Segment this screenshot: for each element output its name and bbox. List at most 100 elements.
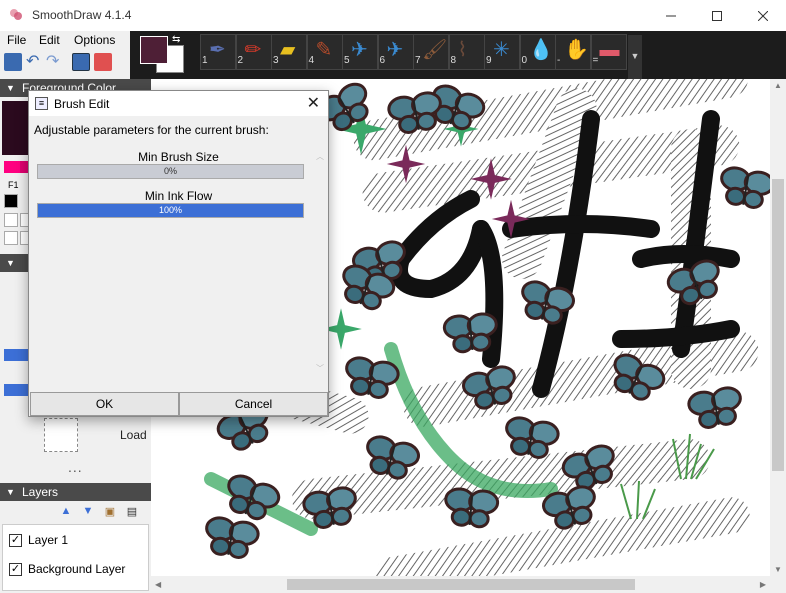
minimize-icon [666, 15, 676, 16]
undo-icon[interactable]: ↶ [26, 53, 44, 71]
brush-number: = [592, 55, 599, 66]
brush-slot[interactable]: ✏ 2 [235, 34, 272, 70]
scroll-left-icon[interactable]: ◀ [155, 580, 161, 589]
brush-toolbar: ⇆ ✒ 1 ✏ 2 ▰ 3 ✎ 4 ✈ 5 ✈ 6 🖌 7 ⌇ 8 ✳ 9 💧 0 ✋ - ▬ = ▼ [130, 31, 786, 79]
brush-icon: ✎ [315, 39, 333, 61]
layer-row[interactable]: ✓ Layer 1 [3, 526, 148, 554]
highlighter-icon: ▰ [280, 39, 296, 61]
maximize-button[interactable] [694, 0, 740, 31]
brush-slot[interactable]: ▰ 3 [271, 34, 307, 70]
save-icon[interactable] [4, 53, 22, 71]
layer-properties-icon[interactable]: ▣ [102, 505, 118, 519]
brush-slot[interactable]: ✒ 1 [200, 34, 236, 70]
pencil-icon: ✏ [244, 39, 262, 61]
scroll-down-icon[interactable]: ▼ [774, 565, 782, 574]
palette-swatch[interactable] [4, 194, 18, 208]
palette-swatch[interactable] [4, 231, 18, 245]
scrollbar-thumb[interactable] [772, 179, 784, 471]
redo-icon[interactable]: ↷ [46, 53, 64, 71]
menu-file[interactable]: File [7, 33, 26, 47]
brush-number: - [557, 55, 561, 66]
move-layer-down-icon[interactable]: ▼ [80, 505, 96, 519]
dialog-title-bar: ≡ Brush Edit ✕ [29, 91, 328, 116]
brush-number: 6 [379, 55, 386, 66]
maximize-icon [712, 10, 722, 21]
scroll-up-icon[interactable]: ▲ [774, 81, 782, 90]
layer-visibility-checkbox[interactable]: ✓ [9, 533, 22, 547]
brush-preview[interactable] [44, 418, 78, 452]
more-options[interactable]: ... [68, 459, 83, 475]
brush-slot[interactable]: ✳ 9 [484, 34, 520, 70]
brush-number: 7 [415, 55, 421, 66]
dialog-scroll-down-icon[interactable]: ﹀ [316, 363, 324, 374]
ok-button[interactable]: OK [30, 392, 179, 416]
duplicate-layer-icon[interactable]: ▤ [124, 505, 140, 519]
minimize-button[interactable] [648, 0, 694, 31]
brush-slot[interactable]: ✈ 5 [342, 34, 378, 70]
pen-icon: ✒ [209, 39, 226, 61]
water-drop-icon: 💧 [528, 39, 554, 61]
brush-number: 3 [273, 55, 279, 66]
layers-list: ✓ Layer 1 ✓ Background Layer [2, 524, 149, 591]
brush-number: 2 [237, 55, 244, 66]
slider-fill[interactable] [4, 384, 30, 396]
min-brush-size-slider[interactable]: 0% [37, 164, 304, 179]
airbrush-icon: ✈ [386, 39, 404, 61]
menu-options[interactable]: Options [74, 33, 115, 47]
hand-icon: ✋ [564, 39, 589, 61]
brush-number: 4 [308, 55, 315, 66]
param-label: Min Brush Size [138, 150, 219, 164]
dialog-description: Adjustable parameters for the current br… [34, 123, 269, 137]
title-bar: SmoothDraw 4.1.4 [0, 0, 786, 31]
flat-brush-icon: ⌇ [457, 39, 468, 61]
brush-number: 1 [202, 55, 208, 66]
scrollbar-thumb[interactable] [287, 579, 635, 590]
brush-edit-dialog: ≡ Brush Edit ✕ Adjustable parameters for… [28, 90, 329, 417]
palette-tab[interactable]: F1 [8, 180, 19, 190]
dialog-close-icon[interactable]: ✕ [307, 93, 320, 113]
foreground-color-preview[interactable] [2, 101, 30, 155]
scroll-right-icon[interactable]: ▶ [760, 580, 766, 589]
swap-colors-icon[interactable]: ⇆ [172, 34, 180, 45]
load-brush-label[interactable]: Load [120, 428, 147, 442]
cancel-button[interactable]: Cancel [179, 392, 328, 416]
brush-slot[interactable]: ✈ 6 [377, 34, 414, 70]
record-icon[interactable] [94, 53, 112, 71]
brush-slot[interactable]: 🖌 7 [413, 34, 449, 70]
layers-header[interactable]: ▼ Layers [0, 483, 151, 501]
layer-visibility-checkbox[interactable]: ✓ [9, 562, 22, 576]
close-icon [758, 10, 768, 21]
horizontal-scrollbar[interactable]: ◀ ▶ [151, 576, 770, 593]
slider-fill[interactable] [4, 349, 30, 361]
brush-slot[interactable]: ✎ 4 [306, 34, 343, 70]
param-label: Min Ink Flow [144, 189, 213, 203]
palette-swatch[interactable] [4, 161, 20, 173]
menu-bar: File Edit Options [0, 31, 130, 49]
dialog-title: Brush Edit [54, 97, 110, 111]
collapse-arrow-icon: ▼ [6, 487, 15, 497]
brush-slot[interactable]: ⌇ 8 [448, 34, 485, 70]
layer-row[interactable]: ✓ Background Layer [3, 555, 148, 583]
min-ink-flow-slider[interactable]: 100% [37, 203, 304, 218]
close-button[interactable] [740, 0, 786, 31]
vertical-scrollbar[interactable]: ▲ ▼ [770, 79, 786, 576]
brush-number: 8 [450, 55, 457, 66]
brush-slot[interactable]: 💧 0 [519, 34, 556, 70]
brush-more-dropdown[interactable]: ▼ [628, 35, 642, 79]
move-layer-up-icon[interactable]: ▲ [58, 505, 74, 519]
app-logo-icon [10, 9, 22, 20]
eraser-icon: ▬ [599, 39, 620, 61]
window-title: SmoothDraw 4.1.4 [32, 8, 132, 22]
new-layer-icon[interactable] [72, 53, 90, 71]
collapse-arrow-icon: ▼ [6, 258, 15, 268]
brush-number: 9 [486, 55, 492, 66]
airbrush-icon: ✈ [351, 39, 368, 61]
brush-slot[interactable]: ▬ = [590, 34, 627, 70]
quick-toolbar: ↶ ↷ [0, 49, 130, 79]
dialog-icon: ≡ [35, 97, 48, 110]
palette-swatch[interactable] [4, 213, 18, 227]
foreground-color-swatch[interactable] [140, 36, 168, 64]
brush-slot[interactable]: ✋ - [555, 34, 591, 70]
paintbrush-icon: 🖌 [422, 39, 448, 61]
menu-edit[interactable]: Edit [39, 33, 60, 47]
